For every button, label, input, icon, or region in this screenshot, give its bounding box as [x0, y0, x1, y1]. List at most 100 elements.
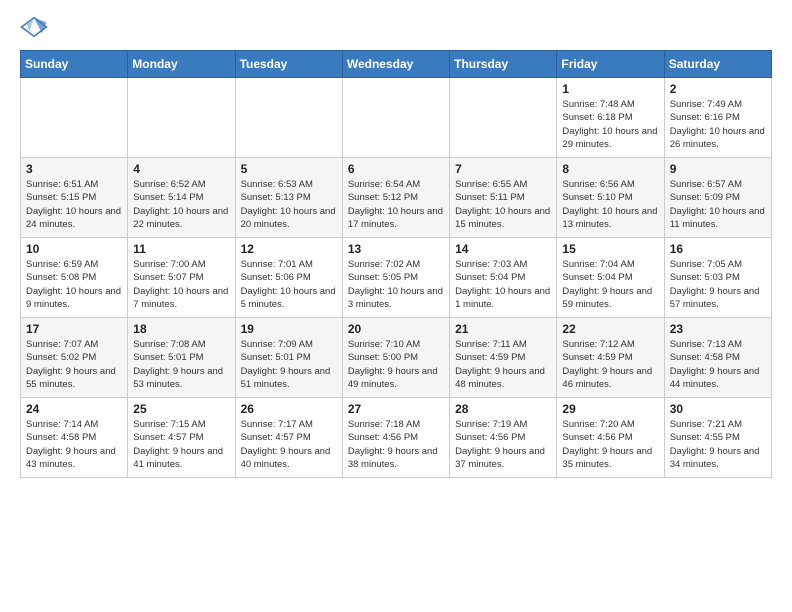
day-number: 21 [455, 322, 551, 336]
cell-info: Sunrise: 7:19 AM Sunset: 4:56 PM Dayligh… [455, 418, 551, 471]
cell-info: Sunrise: 7:00 AM Sunset: 5:07 PM Dayligh… [133, 258, 229, 311]
calendar-week-row: 17 Sunrise: 7:07 AM Sunset: 5:02 PM Dayli… [21, 318, 772, 398]
cell-info: Sunrise: 7:04 AM Sunset: 5:04 PM Dayligh… [562, 258, 658, 311]
cell-info: Sunrise: 7:15 AM Sunset: 4:57 PM Dayligh… [133, 418, 229, 471]
calendar-cell: 19 Sunrise: 7:09 AM Sunset: 5:01 PM Dayli… [235, 318, 342, 398]
cell-info: Sunrise: 6:53 AM Sunset: 5:13 PM Dayligh… [241, 178, 337, 231]
header-sunday: Sunday [21, 51, 128, 78]
calendar-cell: 6 Sunrise: 6:54 AM Sunset: 5:12 PM Daylig… [342, 158, 449, 238]
calendar-week-row: 3 Sunrise: 6:51 AM Sunset: 5:15 PM Daylig… [21, 158, 772, 238]
cell-info: Sunrise: 7:01 AM Sunset: 5:06 PM Dayligh… [241, 258, 337, 311]
calendar-cell: 25 Sunrise: 7:15 AM Sunset: 4:57 PM Dayli… [128, 398, 235, 478]
cell-info: Sunrise: 7:14 AM Sunset: 4:58 PM Dayligh… [26, 418, 122, 471]
cell-info: Sunrise: 7:03 AM Sunset: 5:04 PM Dayligh… [455, 258, 551, 311]
calendar-cell [21, 78, 128, 158]
calendar-cell: 12 Sunrise: 7:01 AM Sunset: 5:06 PM Dayli… [235, 238, 342, 318]
day-number: 4 [133, 162, 229, 176]
calendar-cell: 23Sunrise: 7:13 AM Sunset: 4:58 PM Dayli… [664, 318, 771, 398]
cell-info: Sunrise: 7:18 AM Sunset: 4:56 PM Dayligh… [348, 418, 444, 471]
cell-info: Sunrise: 7:02 AM Sunset: 5:05 PM Dayligh… [348, 258, 444, 311]
day-number: 3 [26, 162, 122, 176]
day-number: 29 [562, 402, 658, 416]
calendar-cell: 7Sunrise: 6:55 AM Sunset: 5:11 PM Daylig… [450, 158, 557, 238]
cell-info: Sunrise: 7:17 AM Sunset: 4:57 PM Dayligh… [241, 418, 337, 471]
day-number: 18 [133, 322, 229, 336]
calendar-cell: 18Sunrise: 7:08 AM Sunset: 5:01 PM Dayli… [128, 318, 235, 398]
cell-info: Sunrise: 6:52 AM Sunset: 5:14 PM Dayligh… [133, 178, 229, 231]
day-number: 14 [455, 242, 551, 256]
calendar-cell: 16 Sunrise: 7:05 AM Sunset: 5:03 PM Dayli… [664, 238, 771, 318]
header-wednesday: Wednesday [342, 51, 449, 78]
header-monday: Monday [128, 51, 235, 78]
cell-info: Sunrise: 7:20 AM Sunset: 4:56 PM Dayligh… [562, 418, 658, 471]
logo-icon [20, 16, 48, 38]
cell-info: Sunrise: 6:57 AM Sunset: 5:09 PM Dayligh… [670, 178, 766, 231]
calendar-week-row: 10 Sunrise: 6:59 AM Sunset: 5:08 PM Dayli… [21, 238, 772, 318]
day-number: 16 [670, 242, 766, 256]
calendar-cell: 4 Sunrise: 6:52 AM Sunset: 5:14 PM Daylig… [128, 158, 235, 238]
day-number: 12 [241, 242, 337, 256]
logo [20, 16, 52, 38]
day-number: 22 [562, 322, 658, 336]
day-number: 25 [133, 402, 229, 416]
cell-info: Sunrise: 7:49 AM Sunset: 6:16 PM Dayligh… [670, 98, 766, 151]
day-number: 17 [26, 322, 122, 336]
cell-info: Sunrise: 7:21 AM Sunset: 4:55 PM Dayligh… [670, 418, 766, 471]
calendar-header-row: SundayMondayTuesdayWednesdayThursdayFrid… [21, 51, 772, 78]
day-number: 11 [133, 242, 229, 256]
cell-info: Sunrise: 7:10 AM Sunset: 5:00 PM Dayligh… [348, 338, 444, 391]
day-number: 10 [26, 242, 122, 256]
day-number: 27 [348, 402, 444, 416]
day-number: 13 [348, 242, 444, 256]
calendar-cell: 10 Sunrise: 6:59 AM Sunset: 5:08 PM Dayli… [21, 238, 128, 318]
calendar-cell: 28 Sunrise: 7:19 AM Sunset: 4:56 PM Dayli… [450, 398, 557, 478]
calendar-cell: 1 Sunrise: 7:48 AM Sunset: 6:18 PM Daylig… [557, 78, 664, 158]
cell-info: Sunrise: 6:55 AM Sunset: 5:11 PM Dayligh… [455, 178, 551, 231]
calendar-cell: 26 Sunrise: 7:17 AM Sunset: 4:57 PM Dayli… [235, 398, 342, 478]
calendar-cell: 14 Sunrise: 7:03 AM Sunset: 5:04 PM Dayli… [450, 238, 557, 318]
cell-info: Sunrise: 6:51 AM Sunset: 5:15 PM Dayligh… [26, 178, 122, 231]
cell-info: Sunrise: 7:09 AM Sunset: 5:01 PM Dayligh… [241, 338, 337, 391]
calendar-cell: 3 Sunrise: 6:51 AM Sunset: 5:15 PM Daylig… [21, 158, 128, 238]
calendar-cell [342, 78, 449, 158]
calendar-cell: 22 Sunrise: 7:12 AM Sunset: 4:59 PM Dayli… [557, 318, 664, 398]
calendar-week-row: 1 Sunrise: 7:48 AM Sunset: 6:18 PM Daylig… [21, 78, 772, 158]
calendar-cell: 20 Sunrise: 7:10 AM Sunset: 5:00 PM Dayli… [342, 318, 449, 398]
cell-info: Sunrise: 6:54 AM Sunset: 5:12 PM Dayligh… [348, 178, 444, 231]
day-number: 28 [455, 402, 551, 416]
calendar-cell: 2 Sunrise: 7:49 AM Sunset: 6:16 PM Daylig… [664, 78, 771, 158]
calendar-table: SundayMondayTuesdayWednesdayThursdayFrid… [20, 50, 772, 478]
day-number: 26 [241, 402, 337, 416]
header-saturday: Saturday [664, 51, 771, 78]
calendar-cell [235, 78, 342, 158]
day-number: 30 [670, 402, 766, 416]
calendar-cell [450, 78, 557, 158]
cell-info: Sunrise: 7:48 AM Sunset: 6:18 PM Dayligh… [562, 98, 658, 151]
calendar-week-row: 24Sunrise: 7:14 AM Sunset: 4:58 PM Dayli… [21, 398, 772, 478]
header-tuesday: Tuesday [235, 51, 342, 78]
cell-info: Sunrise: 6:59 AM Sunset: 5:08 PM Dayligh… [26, 258, 122, 311]
day-number: 1 [562, 82, 658, 96]
header-friday: Friday [557, 51, 664, 78]
day-number: 5 [241, 162, 337, 176]
cell-info: Sunrise: 7:12 AM Sunset: 4:59 PM Dayligh… [562, 338, 658, 391]
day-number: 6 [348, 162, 444, 176]
day-number: 2 [670, 82, 766, 96]
calendar-cell: 21Sunrise: 7:11 AM Sunset: 4:59 PM Dayli… [450, 318, 557, 398]
day-number: 19 [241, 322, 337, 336]
calendar-cell: 30 Sunrise: 7:21 AM Sunset: 4:55 PM Dayli… [664, 398, 771, 478]
day-number: 15 [562, 242, 658, 256]
calendar-cell: 15 Sunrise: 7:04 AM Sunset: 5:04 PM Dayli… [557, 238, 664, 318]
calendar-cell: 11 Sunrise: 7:00 AM Sunset: 5:07 PM Dayli… [128, 238, 235, 318]
day-number: 20 [348, 322, 444, 336]
calendar-cell: 29 Sunrise: 7:20 AM Sunset: 4:56 PM Dayli… [557, 398, 664, 478]
day-number: 8 [562, 162, 658, 176]
calendar-cell: 13 Sunrise: 7:02 AM Sunset: 5:05 PM Dayli… [342, 238, 449, 318]
day-number: 9 [670, 162, 766, 176]
header [20, 16, 772, 38]
cell-info: Sunrise: 7:07 AM Sunset: 5:02 PM Dayligh… [26, 338, 122, 391]
calendar-cell: 17 Sunrise: 7:07 AM Sunset: 5:02 PM Dayli… [21, 318, 128, 398]
header-thursday: Thursday [450, 51, 557, 78]
cell-info: Sunrise: 6:56 AM Sunset: 5:10 PM Dayligh… [562, 178, 658, 231]
cell-info: Sunrise: 7:05 AM Sunset: 5:03 PM Dayligh… [670, 258, 766, 311]
